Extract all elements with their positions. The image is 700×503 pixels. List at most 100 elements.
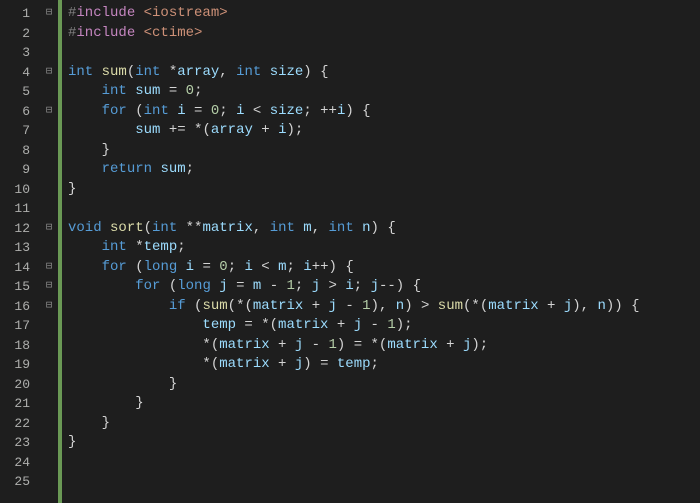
code-line[interactable]: } — [68, 433, 700, 453]
code-line[interactable]: return sum; — [68, 160, 700, 180]
token-pl: ; — [371, 356, 379, 372]
token-pl: , — [253, 220, 270, 236]
token-id: size — [270, 103, 304, 119]
token-pl: ) { — [345, 103, 370, 119]
line-number: 16 — [0, 297, 40, 317]
fold-toggle-icon[interactable]: ⊟ — [40, 63, 58, 83]
code-line[interactable]: for (long j = m - 1; j > i; j--) { — [68, 277, 700, 297]
token-pl: = — [160, 83, 185, 99]
fold-toggle-icon[interactable]: ⊟ — [40, 102, 58, 122]
token-pl — [68, 122, 135, 138]
token-pl — [68, 278, 135, 294]
token-ty: void — [68, 220, 110, 236]
token-id: n — [598, 298, 606, 314]
code-line[interactable]: sum += *(array + i); — [68, 121, 700, 141]
token-id: j — [219, 278, 227, 294]
token-pl — [68, 103, 102, 119]
code-line[interactable]: *(matrix + j) = temp; — [68, 355, 700, 375]
code-line[interactable]: int sum = 0; — [68, 82, 700, 102]
token-num: 1 — [362, 298, 370, 314]
line-number: 1 — [0, 4, 40, 24]
token-pl: ( — [160, 278, 177, 294]
code-line[interactable]: temp = *(matrix + j - 1); — [68, 316, 700, 336]
code-line[interactable] — [68, 472, 700, 492]
token-id: sum — [135, 83, 160, 99]
token-pl — [68, 298, 169, 314]
token-pl: , — [312, 220, 329, 236]
code-line[interactable]: *(matrix + j - 1) = *(matrix + j); — [68, 336, 700, 356]
token-pl: (*( — [228, 298, 253, 314]
token-pl: + — [303, 298, 328, 314]
token-pl: = *( — [236, 317, 278, 333]
token-pl: ) { — [303, 64, 328, 80]
token-id: i — [278, 122, 286, 138]
fold-spacer — [40, 375, 58, 395]
fold-toggle-icon[interactable]: ⊟ — [40, 297, 58, 317]
token-ty: int — [144, 103, 178, 119]
code-line[interactable]: #include <iostream> — [68, 4, 700, 24]
fold-spacer — [40, 238, 58, 258]
code-line[interactable]: } — [68, 414, 700, 434]
line-number: 19 — [0, 355, 40, 375]
token-num: 1 — [287, 278, 295, 294]
token-pl: ( — [127, 103, 144, 119]
code-line[interactable]: int *temp; — [68, 238, 700, 258]
fold-toggle-icon[interactable]: ⊟ — [40, 277, 58, 297]
code-line[interactable] — [68, 453, 700, 473]
fold-toggle-icon[interactable]: ⊟ — [40, 258, 58, 278]
code-line[interactable]: void sort(int **matrix, int m, int n) { — [68, 219, 700, 239]
token-ty: int — [102, 83, 136, 99]
token-id: matrix — [219, 356, 269, 372]
line-number: 4 — [0, 63, 40, 83]
fold-spacer — [40, 24, 58, 44]
code-line[interactable]: int sum(int *array, int size) { — [68, 63, 700, 83]
token-ty: int — [270, 220, 304, 236]
token-pl: ); — [287, 122, 304, 138]
fold-spacer — [40, 336, 58, 356]
token-ty: int — [236, 64, 270, 80]
code-line[interactable]: for (long i = 0; i < m; i++) { — [68, 258, 700, 278]
code-line[interactable]: } — [68, 180, 700, 200]
token-pl: + — [539, 298, 564, 314]
line-number: 3 — [0, 43, 40, 63]
code-line[interactable]: } — [68, 141, 700, 161]
token-pl: ; — [228, 259, 245, 275]
code-line[interactable]: } — [68, 394, 700, 414]
token-fn: sum — [202, 298, 227, 314]
code-line[interactable]: for (int i = 0; i < size; ++i) { — [68, 102, 700, 122]
code-line[interactable]: #include <ctime> — [68, 24, 700, 44]
code-line[interactable]: if (sum(*(matrix + j - 1), n) > sum(*(ma… — [68, 297, 700, 317]
token-pl: > — [320, 278, 345, 294]
token-pl: ( — [127, 259, 144, 275]
token-id: i — [345, 278, 353, 294]
token-pl: ( — [186, 298, 203, 314]
line-number: 6 — [0, 102, 40, 122]
fold-toggle-icon[interactable]: ⊟ — [40, 4, 58, 24]
line-number: 10 — [0, 180, 40, 200]
code-line[interactable]: } — [68, 375, 700, 395]
token-pr: m — [303, 220, 311, 236]
token-id: matrix — [278, 317, 328, 333]
token-id: array — [211, 122, 253, 138]
token-pl: ** — [186, 220, 203, 236]
token-ty: long — [177, 278, 219, 294]
token-pl: ), — [371, 298, 396, 314]
token-pl: )) { — [606, 298, 640, 314]
code-editor-area[interactable]: #include <iostream>#include <ctime> int s… — [62, 0, 700, 503]
token-pl: *( — [68, 337, 219, 353]
fold-column: ⊟⊟⊟⊟⊟⊟⊟ — [40, 0, 58, 503]
code-line[interactable] — [68, 199, 700, 219]
code-line[interactable] — [68, 43, 700, 63]
token-pl: } — [68, 395, 144, 411]
line-number: 25 — [0, 472, 40, 492]
token-fn: sort — [110, 220, 144, 236]
line-number: 9 — [0, 160, 40, 180]
token-pl: += *( — [160, 122, 210, 138]
token-num: 1 — [329, 337, 337, 353]
token-pr: n — [362, 220, 370, 236]
token-pl: } — [68, 142, 110, 158]
token-id: n — [396, 298, 404, 314]
token-pl: ), — [572, 298, 597, 314]
fold-toggle-icon[interactable]: ⊟ — [40, 219, 58, 239]
token-pl — [68, 259, 102, 275]
